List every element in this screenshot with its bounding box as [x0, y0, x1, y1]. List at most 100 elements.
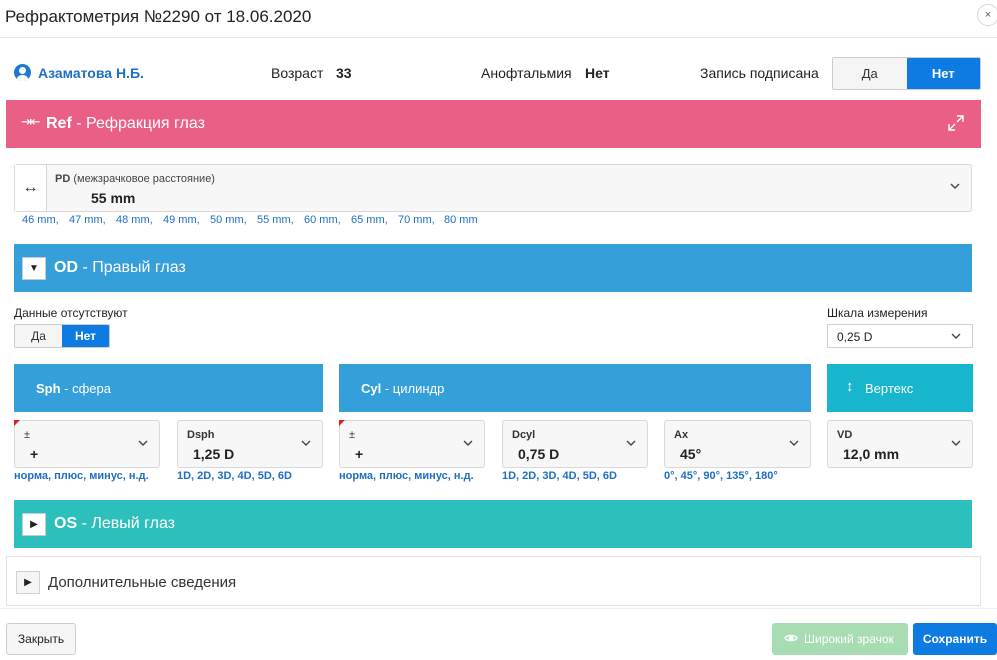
cyl-tile-title: Cyl - цилиндр: [361, 381, 444, 396]
od-title-text: - Правый глаз: [78, 259, 186, 276]
anophthalmia-value: Нет: [585, 65, 610, 81]
additional-info-section[interactable]: ▶ Дополнительные сведения: [6, 556, 981, 606]
dsph-select[interactable]: Dsph 1,25 D: [177, 420, 323, 468]
chevron-down-icon: [951, 440, 961, 446]
dsph-hint[interactable]: 1D, 2D, 3D, 4D, 5D, 6D: [177, 470, 292, 482]
ref-title-text: - Рефракция глаз: [71, 115, 205, 132]
scale-label: Шкала измерения: [827, 306, 928, 320]
sph-sign-hint[interactable]: норма, плюс, минус, н.д.: [14, 470, 149, 482]
no-data-no-button[interactable]: Нет: [62, 325, 109, 347]
cyl-sign-label: ±: [349, 429, 356, 441]
pd-option[interactable]: 47 mm,: [69, 214, 106, 226]
cyl-sign-select[interactable]: ± +: [339, 420, 485, 468]
pd-option[interactable]: 80 mm: [444, 214, 478, 226]
ref-section-title: Ref - Рефракция глаз: [46, 115, 205, 133]
ref-code: Ref: [46, 115, 72, 132]
pd-option[interactable]: 55 mm,: [257, 214, 294, 226]
os-section-header[interactable]: ▶ OS - Левый глаз: [14, 500, 972, 548]
cyl-tile: Cyl - цилиндр: [339, 364, 811, 412]
vd-select[interactable]: VD 12,0 mm: [827, 420, 973, 468]
age-label: Возраст: [271, 65, 324, 81]
patient-info-row: Азаматова Н.Б. Возраст 33 Анофтальмия Не…: [0, 56, 997, 90]
pd-option[interactable]: 46 mm,: [22, 214, 59, 226]
os-code: OS: [54, 515, 78, 532]
chevron-down-icon: [951, 333, 961, 339]
os-title-text: - Левый глаз: [77, 515, 175, 532]
expand-icon[interactable]: [948, 115, 964, 131]
vd-value: 12,0 mm: [843, 446, 900, 462]
no-data-yes-button[interactable]: Да: [15, 325, 62, 347]
ax-select[interactable]: Ax 45°: [664, 420, 811, 468]
chevron-down-icon: [789, 440, 799, 446]
os-section-title: OS - Левый глаз: [54, 515, 175, 533]
required-marker: [14, 420, 20, 426]
dcyl-select[interactable]: Dcyl 0,75 D: [502, 420, 648, 468]
sph-tile-title: Sph - сфера: [36, 381, 111, 396]
footer-divider: [0, 608, 997, 609]
save-button[interactable]: Сохранить: [913, 623, 997, 655]
pd-select[interactable]: ↔ PD (межзрачковое расстояние) 55 mm: [14, 164, 972, 212]
chevron-down-icon: [301, 440, 311, 446]
refraction-arrows-icon: ⇥⇤: [21, 114, 41, 129]
dsph-label: Dsph: [187, 429, 215, 441]
chevron-down-icon: [138, 440, 148, 446]
eye-icon: [784, 634, 798, 642]
anophthalmia-label: Анофтальмия: [481, 65, 572, 81]
od-section-header[interactable]: ▼ OD - Правый глаз: [14, 244, 972, 292]
age-value: 33: [336, 65, 352, 81]
record-signed-label: Запись подписана: [700, 65, 819, 81]
vertical-arrows-icon: ↕: [846, 378, 854, 395]
vertex-tile-title: Вертекс: [865, 381, 914, 396]
pd-option[interactable]: 48 mm,: [116, 214, 153, 226]
expand-toggle-icon[interactable]: ▶: [16, 571, 40, 594]
dsph-value: 1,25 D: [193, 446, 235, 462]
ax-hint[interactable]: 0°, 45°, 90°, 135°, 180°: [664, 470, 778, 482]
sph-code: Sph: [36, 381, 61, 396]
signed-yes-button[interactable]: Да: [833, 58, 907, 89]
pd-option[interactable]: 50 mm,: [210, 214, 247, 226]
pd-option[interactable]: 49 mm,: [163, 214, 200, 226]
sph-sign-value: +: [30, 446, 39, 462]
chevron-down-icon: [463, 440, 473, 446]
user-avatar-icon: [14, 64, 31, 81]
additional-info-title: Дополнительные сведения: [48, 574, 237, 591]
sph-title-text: - сфера: [60, 381, 112, 396]
close-icon[interactable]: ×: [977, 4, 997, 26]
pd-label-hint: (межзрачковое расстояние): [70, 173, 215, 185]
ax-value: 45°: [680, 446, 702, 462]
pd-label-code: PD: [55, 173, 71, 185]
ax-label: Ax: [674, 429, 689, 441]
scale-value: 0,25 D: [837, 330, 873, 344]
vertex-tile: ↕ Вертекс: [827, 364, 973, 412]
chevron-down-icon: [626, 440, 636, 446]
signed-no-button[interactable]: Нет: [906, 58, 980, 89]
sph-tile: Sph - сфера: [14, 364, 323, 412]
scale-select[interactable]: 0,25 D: [827, 324, 973, 348]
dialog-title-bar: Рефрактометрия №2290 от 18.06.2020 ×: [0, 0, 997, 38]
expand-toggle-icon[interactable]: ▶: [22, 513, 46, 536]
record-signed-toggle: Да Нет: [832, 57, 981, 90]
pd-option[interactable]: 70 mm,: [398, 214, 435, 226]
patient-name-link[interactable]: Азаматова Н.Б.: [38, 65, 144, 81]
dcyl-value: 0,75 D: [518, 446, 560, 462]
dialog-title: Рефрактометрия №2290 от 18.06.2020: [5, 7, 312, 26]
vd-label: VD: [837, 429, 853, 441]
horizontal-arrows-icon: ↔: [15, 165, 47, 211]
od-section-title: OD - Правый глаз: [54, 259, 186, 277]
pd-option[interactable]: 65 mm,: [351, 214, 388, 226]
dcyl-label: Dcyl: [512, 429, 536, 441]
cyl-code: Cyl: [361, 381, 382, 396]
pd-option[interactable]: 60 mm,: [304, 214, 341, 226]
no-data-label: Данные отсутствуют: [14, 306, 128, 320]
pd-label: PD (межзрачковое расстояние): [55, 173, 215, 185]
ref-section-header: ⇥⇤ Ref - Рефракция глаз: [6, 100, 981, 148]
cyl-sign-hint[interactable]: норма, плюс, минус, н.д.: [339, 470, 474, 482]
collapse-toggle-icon[interactable]: ▼: [22, 257, 46, 280]
od-code: OD: [54, 259, 78, 276]
dcyl-hint[interactable]: 1D, 2D, 3D, 4D, 5D, 6D: [502, 470, 617, 482]
sph-sign-select[interactable]: ± +: [14, 420, 160, 468]
close-button[interactable]: Закрыть: [6, 623, 76, 655]
wide-pupil-button[interactable]: Широкий зрачок: [772, 623, 908, 655]
required-marker: [339, 420, 345, 426]
cyl-sign-value: +: [355, 446, 364, 462]
